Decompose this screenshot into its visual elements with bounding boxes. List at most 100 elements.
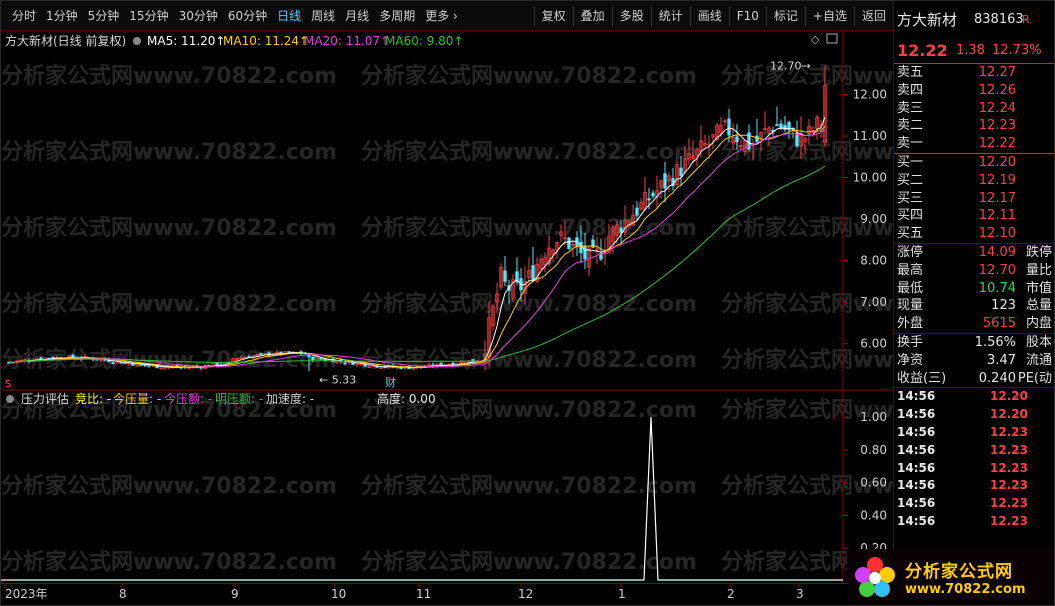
ask-3-label: 卖三 [897, 100, 924, 116]
stat-extra-label: 量比 [1025, 262, 1052, 278]
period-tab-8[interactable]: 月线 [340, 1, 374, 31]
toolbar-button-3[interactable]: 统计 [650, 5, 690, 26]
period-tab-9[interactable]: 多周期 [374, 1, 420, 31]
candle-body [651, 192, 655, 197]
stat2-label: 换手 [897, 334, 924, 350]
pressure-indicator-chart[interactable]: 分析家公式网www.70822.com 分析家公式网www.70822.com 分析… [1, 391, 893, 583]
watermark-text: 分析家公式网www.70822.com [361, 215, 697, 241]
toolbar-button-1[interactable]: 叠加 [572, 5, 612, 26]
watermark-text: 分析家公式网www.70822.com [361, 63, 697, 89]
tick-price: 12.20 [990, 389, 1028, 404]
y-tick-label: 12.00 [853, 88, 887, 102]
x-tick-label: 11 [416, 587, 431, 601]
watermark-text: 分析家公式网www.70822.com [1, 139, 337, 165]
diamond-icon[interactable]: ◇ [811, 33, 820, 46]
ask-4-row[interactable]: 卖四 12.26 [894, 82, 1054, 100]
sub-legend-jinyaliang: 今压量: - [113, 391, 161, 406]
bid-3-row[interactable]: 买三 12.17 [894, 190, 1054, 208]
toolbar-button-5[interactable]: F10 [728, 5, 766, 26]
tick-time: 14:56 [897, 513, 936, 528]
ask-4-label: 卖四 [897, 82, 924, 98]
stat-row-1: 最高 12.70 量比 [894, 262, 1054, 280]
last-price: 12.22 [897, 41, 948, 60]
ask-2-label: 卖二 [897, 118, 924, 134]
stat-value: 123 [991, 298, 1016, 314]
legend-toggle-icon[interactable] [6, 395, 14, 403]
tick-price: 12.23 [990, 496, 1028, 511]
y-tick-label: 1.00 [860, 410, 887, 424]
stat-label: 现量 [897, 298, 924, 314]
tick-time: 14:56 [897, 389, 936, 404]
r-badge: R [1022, 13, 1030, 26]
period-tab-6[interactable]: 日线 [272, 1, 306, 31]
low-label: ← 5.33 [319, 373, 356, 386]
x-tick-label: 12 [518, 587, 533, 601]
candle-body [647, 198, 651, 201]
stat-extra-label: 市值 [1025, 280, 1052, 296]
candle-body [531, 265, 535, 281]
watermark-layer: 分析家公式网www.70822.com 分析家公式网www.70822.com 分析… [1, 397, 893, 575]
window-icon[interactable] [826, 33, 838, 44]
ask-1-row[interactable]: 卖一 12.22 [894, 135, 1054, 153]
s-marker: S [5, 379, 11, 390]
stat2-value: 1.56% [974, 334, 1016, 350]
period-tab-10[interactable]: 更多 › [420, 1, 463, 31]
sub-legend-jiasudu: 加速度: - [266, 391, 314, 406]
candle-body [779, 123, 783, 129]
stat-value: 5615 [982, 316, 1016, 332]
stat2-extra-label: 股本 [1025, 334, 1052, 350]
period-tab-0[interactable]: 分时 [7, 1, 41, 31]
bid-2-label: 买二 [897, 172, 924, 188]
kline-chart[interactable]: 分析家公式网www.70822.com 分析家公式网www.70822.com 分析… [1, 31, 893, 391]
ask-3-row[interactable]: 卖三 12.24 [894, 100, 1054, 118]
period-tab-7[interactable]: 周线 [306, 1, 340, 31]
bid-5-row[interactable]: 买五 12.10 [894, 225, 1054, 243]
tick-list[interactable]: 14:56 12.20 14:56 12.20 14:56 12.23 14:56 12.23… [894, 388, 1054, 530]
tick-row: 14:56 12.20 [894, 406, 1054, 424]
period-tab-4[interactable]: 30分钟 [174, 1, 223, 31]
stat-row-2: 最低 10.74 市值 [894, 280, 1054, 298]
price-change: 1.38 [956, 43, 985, 58]
candle-body [783, 125, 787, 131]
x-tick-label: 10 [331, 587, 346, 601]
legend-toggle-icon[interactable] [133, 37, 141, 45]
watermark-layer: 分析家公式网www.70822.com 分析家公式网www.70822.com 分析… [1, 63, 893, 373]
toolbar-button-0[interactable]: 复权 [533, 5, 573, 26]
bid-1-row[interactable]: 买一 12.20 [894, 154, 1054, 172]
period-tab-3[interactable]: 15分钟 [124, 1, 173, 31]
x-tick-label: 2023年 [5, 587, 48, 601]
quote-panel: 方大新材 838163 R 12.22 1.38 12.73% 卖五 12.27 卖… [893, 1, 1054, 605]
toolbar-button-8[interactable]: 返回 [853, 5, 893, 26]
tick-row: 14:56 12.23 [894, 442, 1054, 460]
ask-3-price: 12.24 [978, 100, 1016, 116]
watermark-text: 分析家公式网www.70822.com [1, 473, 337, 499]
tick-time: 14:56 [897, 460, 936, 475]
ask-2-row[interactable]: 卖二 12.23 [894, 117, 1054, 135]
toolbar-button-6[interactable]: 标记 [765, 5, 805, 26]
y-tick-label: 11.00 [853, 129, 887, 143]
candle-body [567, 237, 571, 249]
candle-body [259, 353, 263, 355]
period-tab-2[interactable]: 5分钟 [83, 1, 125, 31]
y-tick-label: 9.00 [860, 212, 887, 226]
toolbar-button-4[interactable]: 画线 [689, 5, 729, 26]
stat-row-3: 现量 123 总量 [894, 297, 1054, 315]
toolbar-buttons: 复权 叠加 多股 统计 画线 F10 标记 +自选 返回 [533, 1, 893, 30]
cai-marker[interactable]: 财 [385, 375, 396, 389]
ask-5-row[interactable]: 卖五 12.27 [894, 64, 1054, 82]
stat-extra-label: 内盘 [1025, 316, 1052, 332]
toolbar-button-7[interactable]: +自选 [804, 5, 854, 26]
bid-2-row[interactable]: 买二 12.19 [894, 172, 1054, 190]
tick-row: 14:56 12.23 [894, 424, 1054, 442]
stat2-row-1: 净资 3.47 流通 [894, 352, 1054, 370]
period-tab-5[interactable]: 60分钟 [223, 1, 272, 31]
sub-legend-gaodu: 高度: 0.00 [377, 391, 436, 406]
period-tab-1[interactable]: 1分钟 [41, 1, 83, 31]
stat-label: 最高 [897, 262, 924, 278]
bid-4-row[interactable]: 买四 12.11 [894, 207, 1054, 225]
toolbar-button-2[interactable]: 多股 [611, 5, 651, 26]
candle-body [343, 362, 347, 365]
watermark-text: 分析家公式网www.70822.com [361, 473, 697, 499]
tick-price: 12.23 [990, 424, 1028, 439]
price-change-pct: 12.73% [992, 43, 1042, 58]
